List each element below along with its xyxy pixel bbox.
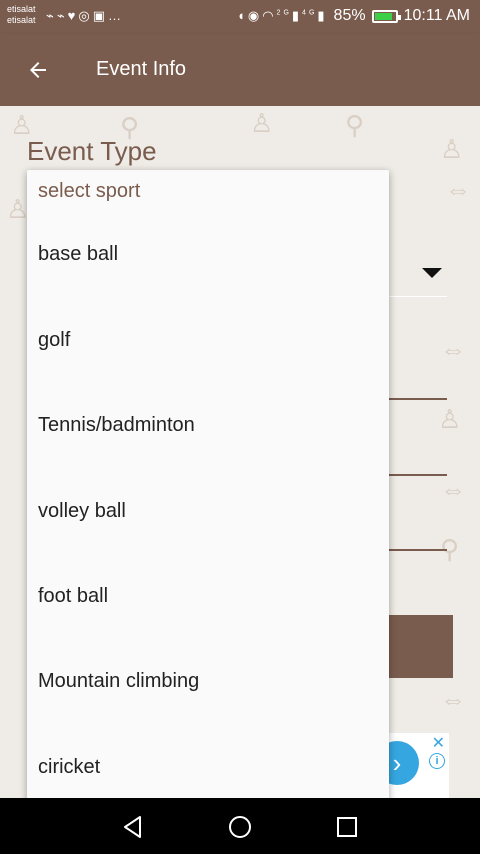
heart-icon: ♥ bbox=[67, 8, 79, 23]
input-underline bbox=[389, 474, 447, 476]
signal-icon: 2G▮ bbox=[276, 8, 303, 23]
more-notifications-icon: … bbox=[108, 8, 125, 23]
eye-icon: ◉ bbox=[247, 8, 263, 23]
input-underline bbox=[389, 398, 447, 400]
signal-icon: 4G▮ bbox=[302, 8, 328, 23]
system-icons: ◖◉◠2G▮4G▮ bbox=[237, 8, 328, 24]
battery-percent: 85% bbox=[333, 7, 366, 24]
carrier-2: etisalat bbox=[7, 15, 36, 25]
dropdown-option[interactable]: ciricket bbox=[38, 756, 100, 779]
fitness-pattern-icon: ♙ bbox=[440, 134, 464, 164]
submit-button[interactable] bbox=[389, 615, 453, 678]
info-icon[interactable]: i bbox=[429, 753, 445, 769]
arrow-left-icon bbox=[30, 62, 46, 78]
fitness-pattern-icon: ⇔ bbox=[440, 474, 466, 504]
back-triangle-icon[interactable] bbox=[118, 812, 148, 842]
usb-icon: ⌁ bbox=[46, 8, 57, 23]
fitness-pattern-icon: ⇔ bbox=[440, 334, 466, 364]
dropdown-option[interactable]: volley ball bbox=[38, 500, 126, 523]
notification-icons: ⌁⌁♥◎▣… bbox=[46, 8, 124, 24]
carrier-labels: etisalat etisalat bbox=[7, 4, 36, 26]
usb-icon: ⌁ bbox=[56, 8, 68, 23]
fitness-pattern-icon: ♙ bbox=[250, 108, 274, 138]
dropdown-option[interactable]: Mountain climbing bbox=[38, 670, 199, 693]
dropdown-prompt: select sport bbox=[38, 180, 141, 202]
recents-square-icon[interactable] bbox=[332, 812, 362, 842]
spinner-arrow-icon[interactable] bbox=[422, 268, 442, 278]
ad-banner[interactable]: › ✕ i bbox=[375, 733, 449, 798]
status-bar: etisalat etisalat ⌁⌁♥◎▣… ◖◉◠2G▮4G▮ 85% 1… bbox=[0, 0, 480, 34]
system-nav-bar bbox=[0, 798, 480, 854]
fitness-pattern-icon: ♙ bbox=[10, 110, 34, 140]
fitness-pattern-icon: ⇔ bbox=[440, 684, 466, 714]
fitness-pattern-icon: ⚲ bbox=[345, 110, 365, 140]
carrier-1: etisalat bbox=[7, 4, 36, 14]
app-bar: Event Info bbox=[0, 34, 480, 106]
home-circle-icon[interactable] bbox=[225, 812, 255, 842]
fitness-pattern-icon: ♙ bbox=[438, 404, 462, 434]
section-title: Event Type bbox=[27, 136, 157, 166]
sport-dropdown[interactable]: select sport base ball golf Tennis/badmi… bbox=[27, 170, 389, 798]
dropdown-option[interactable]: foot ball bbox=[38, 585, 108, 608]
back-button[interactable] bbox=[18, 50, 58, 90]
content-area: ♙ ⚲ ♙ ⚲ ♙ ⇔ ⇔ ♙ ⇔ ⚲ ⇔ ♙ Event Type › ✕ i… bbox=[0, 106, 480, 798]
status-right: ◖◉◠2G▮4G▮ 85% 10:11 AM bbox=[237, 7, 470, 25]
clock-icon: ◎ bbox=[78, 8, 93, 23]
battery-icon bbox=[371, 9, 401, 23]
fitness-pattern-icon: ♙ bbox=[6, 194, 30, 224]
close-icon[interactable]: ✕ bbox=[432, 733, 445, 753]
clock-time: 10:11 AM bbox=[403, 7, 470, 24]
headset-icon: ◖ bbox=[237, 8, 248, 23]
dropdown-option[interactable]: golf bbox=[38, 329, 70, 352]
page-title: Event Info bbox=[96, 58, 187, 80]
dropdown-option[interactable]: base ball bbox=[38, 243, 118, 266]
input-underline bbox=[389, 549, 447, 551]
dropdown-option[interactable]: Tennis/badminton bbox=[38, 414, 195, 437]
facebook-icon: ▣ bbox=[92, 8, 109, 23]
wifi-icon: ◠ bbox=[262, 8, 277, 23]
divider bbox=[389, 296, 447, 297]
fitness-pattern-icon: ⇔ bbox=[445, 174, 471, 204]
